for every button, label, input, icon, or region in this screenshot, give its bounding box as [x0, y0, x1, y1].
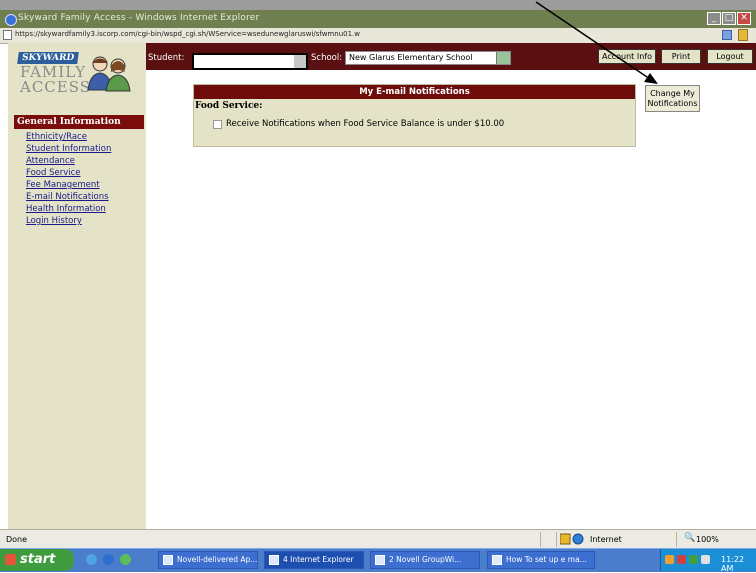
- task-label: 4 Internet Explorer: [283, 555, 354, 564]
- status-divider: [556, 532, 557, 547]
- clock[interactable]: 11:22 AM: [721, 555, 756, 573]
- task-label: 2 Novell GroupWi...: [389, 555, 462, 564]
- task-novell-delivered[interactable]: Novell-delivered Ap...: [158, 551, 258, 569]
- status-text: Done: [6, 535, 28, 544]
- status-divider: [676, 532, 677, 547]
- task-app-icon: [375, 555, 385, 565]
- tray-icon[interactable]: [689, 555, 698, 564]
- tray-icon[interactable]: [677, 555, 686, 564]
- task-internet-explorer[interactable]: 4 Internet Explorer: [264, 551, 364, 569]
- task-how-to-setup[interactable]: How To set up e ma...: [487, 551, 595, 569]
- task-novell-groupwise[interactable]: 2 Novell GroupWi...: [370, 551, 480, 569]
- tray-icon[interactable]: [701, 555, 710, 564]
- task-label: How To set up e ma...: [506, 555, 587, 564]
- security-icon: [560, 533, 584, 545]
- status-divider: [540, 532, 541, 547]
- windows-flag-icon: [5, 554, 16, 565]
- zone-text: Internet: [590, 535, 622, 544]
- zoom-icon[interactable]: 🔍: [684, 533, 695, 543]
- quicklaunch-desktop-icon[interactable]: [120, 554, 131, 565]
- status-bar: Done Internet 🔍 100%: [0, 529, 756, 549]
- tray-icon[interactable]: [665, 555, 674, 564]
- zoom-level[interactable]: 100%: [696, 535, 719, 544]
- annotation-arrow: [535, 1, 658, 84]
- task-app-icon: [269, 555, 279, 565]
- system-tray: 11:22 AM: [660, 549, 756, 573]
- start-button[interactable]: start: [0, 549, 74, 571]
- task-label: Novell-delivered Ap...: [177, 555, 258, 564]
- task-app-icon: [163, 555, 173, 565]
- quicklaunch-icon[interactable]: [86, 554, 97, 565]
- task-app-icon: [492, 555, 502, 565]
- start-label: start: [20, 552, 56, 567]
- quicklaunch-ie-icon[interactable]: [103, 554, 114, 565]
